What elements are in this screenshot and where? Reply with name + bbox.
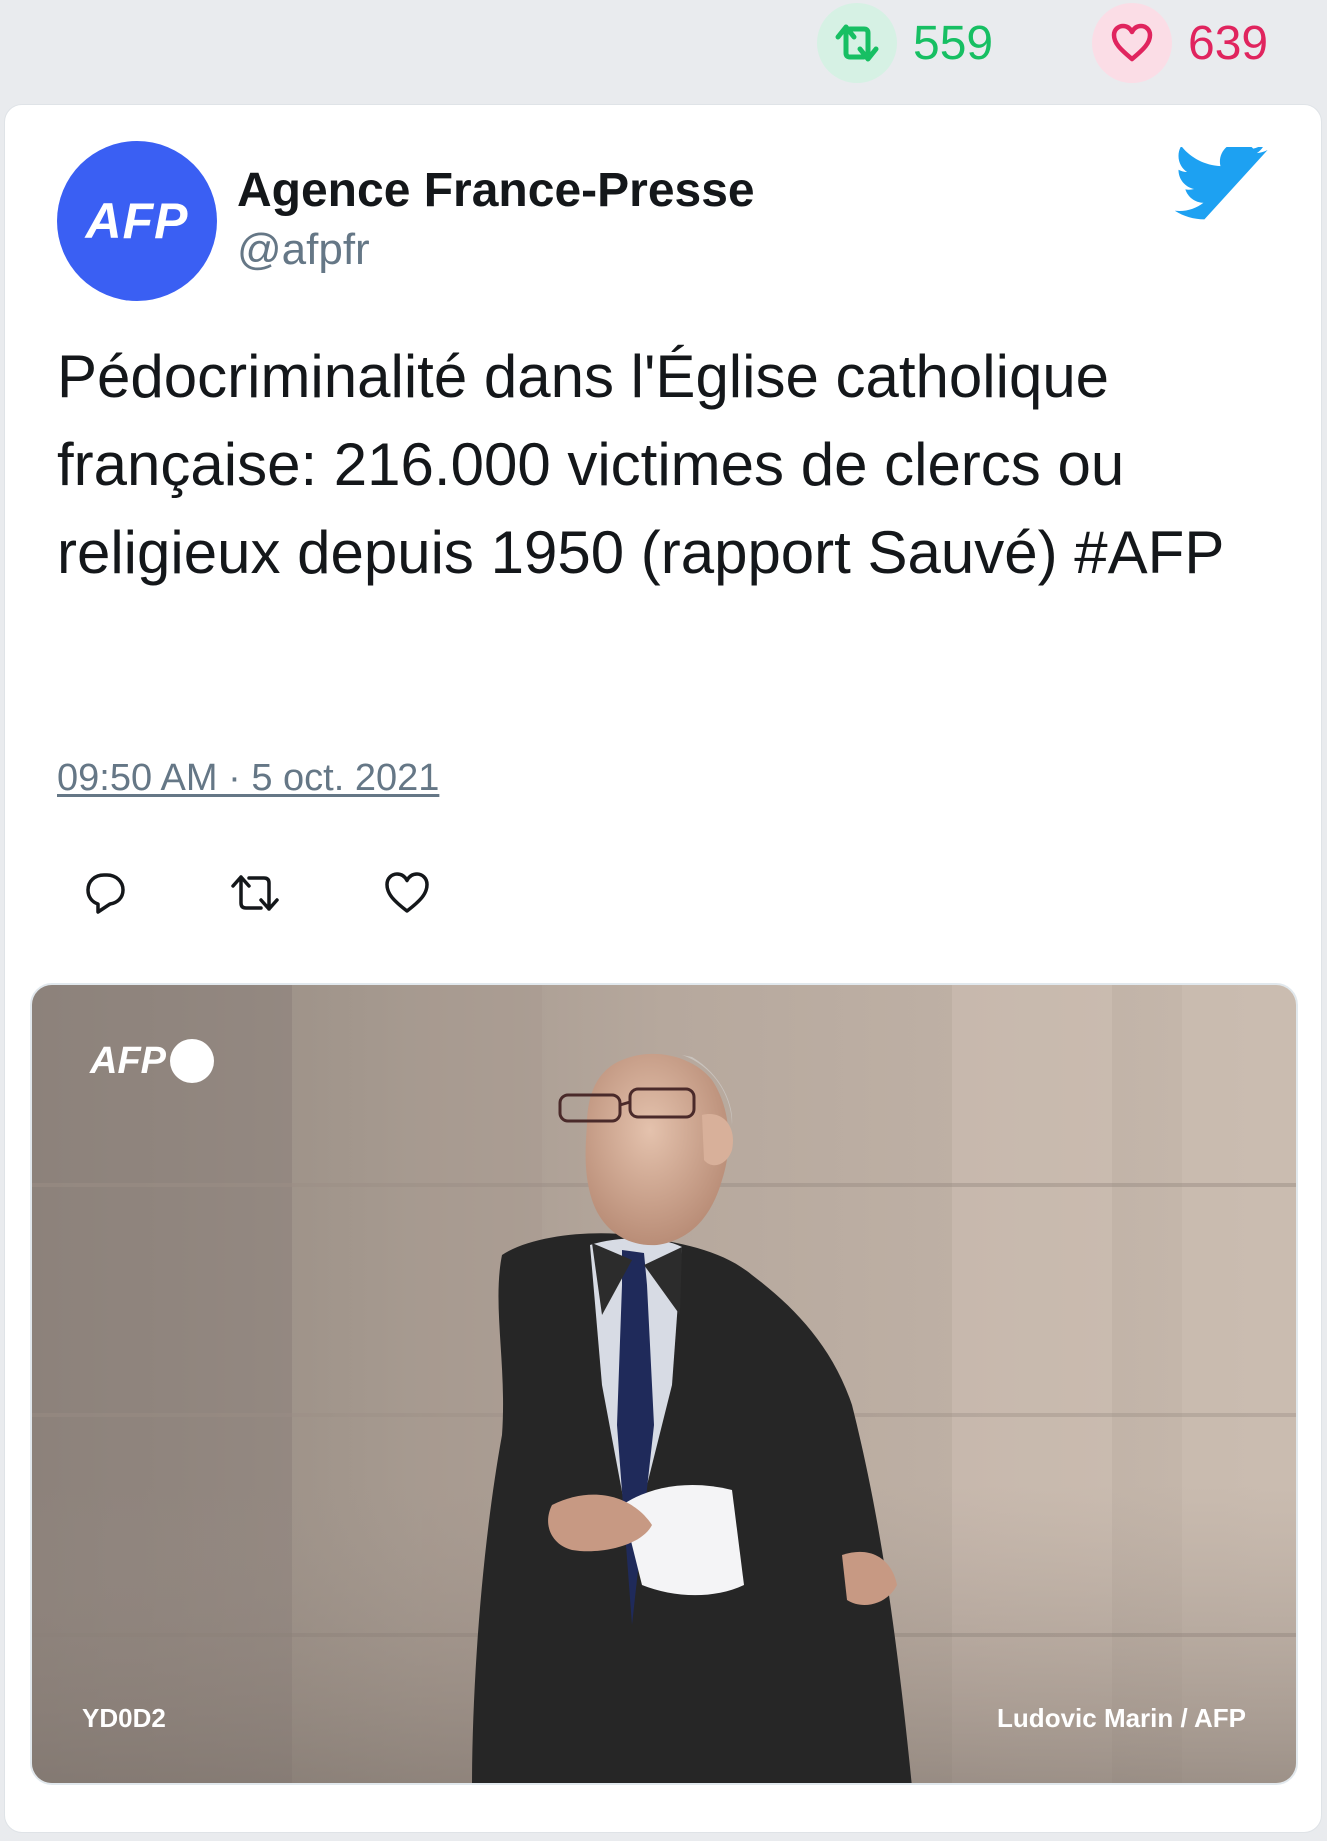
- author-handle[interactable]: @afpfr: [237, 225, 370, 275]
- twitter-bird-icon[interactable]: [1174, 142, 1271, 229]
- photo-logo-dot-icon: [170, 1039, 214, 1083]
- tweet-card: AFP Agence France-Presse @afpfr Pédocrim…: [4, 104, 1322, 1833]
- retweet-button[interactable]: [227, 867, 283, 923]
- retweet-icon: [817, 3, 897, 83]
- tweet-timestamp[interactable]: 09:50 AM · 5 oct. 2021: [57, 757, 439, 800]
- photo-image: [32, 985, 1296, 1783]
- reply-icon: [80, 868, 130, 923]
- photo-logo-text: AFP: [90, 1039, 166, 1082]
- like-count: 639: [1188, 16, 1269, 70]
- avatar-logo-text: AFP: [85, 193, 189, 249]
- avatar[interactable]: AFP: [57, 141, 217, 301]
- retweet-count-stat[interactable]: 559: [817, 3, 993, 83]
- tweet-photo[interactable]: AFP YD0D2 Ludovic Marin / AFP: [30, 983, 1298, 1785]
- photo-afp-logo: AFP: [90, 1039, 214, 1083]
- reply-button[interactable]: [77, 867, 133, 923]
- retweet-icon: [227, 871, 283, 920]
- engagement-stats: 559 639: [807, 0, 1327, 90]
- photo-credit: Ludovic Marin / AFP: [997, 1703, 1246, 1733]
- like-button[interactable]: [379, 867, 435, 923]
- heart-icon: [1092, 3, 1172, 83]
- heart-icon: [382, 870, 432, 921]
- tweet-text: Pédocriminalité dans l'Église catholique…: [57, 343, 1225, 586]
- author-name[interactable]: Agence France-Presse: [237, 163, 755, 218]
- like-count-stat[interactable]: 639: [1092, 3, 1268, 83]
- photo-code: YD0D2: [82, 1703, 166, 1733]
- retweet-count: 559: [913, 16, 994, 70]
